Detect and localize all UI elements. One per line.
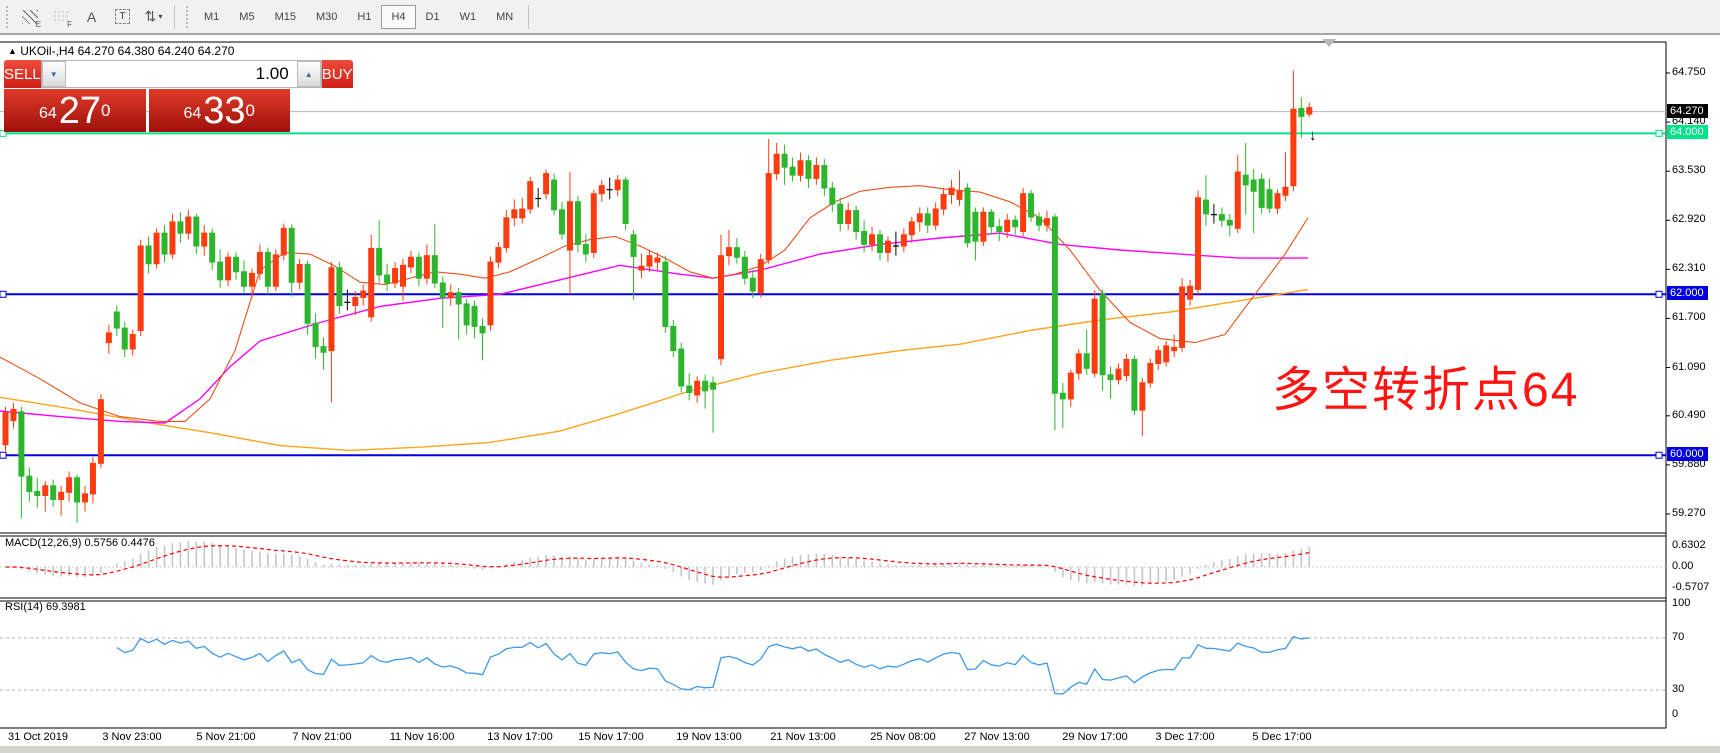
- toolbar-separator: [528, 5, 529, 29]
- chart-symbol-header: ▲ UKOil-,H4 64.270 64.380 64.240 64.270: [8, 44, 234, 58]
- collapse-panel-icon[interactable]: ▲: [8, 46, 17, 56]
- chart-shift-marker-icon: [1322, 39, 1336, 47]
- drawing-tools-group: EFAT⇅▾: [14, 5, 169, 29]
- toolbar-grip-handle[interactable]: [4, 6, 10, 28]
- level-price-label: 62.000: [1667, 286, 1708, 300]
- timeframe-button-m30[interactable]: M30: [306, 5, 347, 29]
- arrows-tool-icon[interactable]: ⇅▾: [140, 5, 167, 29]
- price-axis-tick: 61.090: [1672, 361, 1706, 373]
- level-price-label: 64.000: [1667, 125, 1708, 139]
- fibonacci-grid-icon[interactable]: F: [47, 5, 74, 29]
- timeframe-buttons-group: M1M5M15M30H1H4D1W1MN: [194, 5, 523, 29]
- time-axis-label: 5 Nov 21:00: [196, 731, 255, 743]
- rsi-indicator-label: RSI(14) 69.3981: [5, 601, 86, 613]
- price-axis-tick: 64.750: [1672, 66, 1706, 78]
- moving-average-orange: [0, 290, 1308, 451]
- macd-axis-tick: -0.5707: [1672, 581, 1709, 593]
- price-axis-tick: 62.310: [1672, 262, 1706, 274]
- rsi-axis-tick: 100: [1672, 597, 1690, 609]
- one-click-trade-panel: SELL ▼ ▲ BUY 64 27 0 64 33 0: [4, 60, 290, 132]
- mt4-window: EFAT⇅▾ M1M5M15M30H1H4D1W1MN ↓ ▲ UKOil-,H…: [0, 0, 1720, 753]
- current-price-label: 64.270: [1667, 104, 1708, 118]
- time-axis-label: 29 Nov 17:00: [1062, 731, 1127, 743]
- chart-toolbar: EFAT⇅▾ M1M5M15M30H1H4D1W1MN: [0, 0, 1720, 35]
- price-axis-tick: 61.700: [1672, 311, 1706, 323]
- rsi-line: [117, 637, 1310, 694]
- sell-price-major: 64: [39, 99, 57, 129]
- time-axis-label: 11 Nov 16:00: [390, 731, 455, 743]
- price-axis-tick: 62.920: [1672, 213, 1706, 225]
- timeframe-button-m15[interactable]: M15: [265, 5, 306, 29]
- timeframe-button-h4[interactable]: H4: [381, 5, 415, 29]
- time-axis-label: 21 Nov 13:00: [770, 731, 835, 743]
- time-axis-label: 19 Nov 13:00: [676, 731, 741, 743]
- ohlc-values-label: 64.270 64.380 64.240 64.270: [78, 44, 235, 58]
- buy-price-major: 64: [183, 99, 201, 129]
- rsi-axis-tick: 0: [1672, 708, 1678, 720]
- level-line-handle: [1656, 452, 1662, 458]
- macd-indicator-label: MACD(12,26,9) 0.5756 0.4476: [5, 537, 155, 549]
- equidistant-channel-icon[interactable]: E: [16, 5, 43, 29]
- down-arrow-marker-icon: ↓: [1309, 127, 1317, 144]
- chart-panel: ↓ ▲ UKOil-,H4 64.270 64.380 64.240 64.27…: [0, 35, 1720, 753]
- rsi-axis-tick: 30: [1672, 683, 1684, 695]
- sell-price-pips: 27: [59, 93, 101, 129]
- timeframe-button-m1[interactable]: M1: [194, 5, 229, 29]
- macd-axis-tick: 0.6302: [1672, 539, 1706, 551]
- time-axis-label: 15 Nov 17:00: [578, 731, 643, 743]
- volume-increase-button[interactable]: ▲: [297, 61, 321, 87]
- timeframe-button-m5[interactable]: M5: [229, 5, 264, 29]
- volume-stepper: ▼ ▲: [41, 60, 322, 88]
- time-axis-label: 25 Nov 08:00: [870, 731, 935, 743]
- level-line-handle: [1656, 130, 1662, 136]
- timeframe-button-d1[interactable]: D1: [416, 5, 450, 29]
- text-label-icon[interactable]: T: [109, 5, 136, 29]
- volume-decrease-button[interactable]: ▼: [42, 61, 66, 87]
- macd-signal-line: [6, 546, 1310, 584]
- price-axis-tick: 60.490: [1672, 409, 1706, 421]
- time-axis-label: 7 Nov 21:00: [292, 731, 351, 743]
- timeframe-button-h1[interactable]: H1: [347, 5, 381, 29]
- buy-price-pips: 33: [203, 93, 245, 129]
- sell-price-point: 0: [101, 89, 110, 133]
- level-price-label: 60.000: [1667, 447, 1708, 461]
- time-axis-label: 31 Oct 2019: [8, 731, 68, 743]
- chart-annotation-text[interactable]: 多空转折点64: [1272, 350, 1579, 420]
- level-line-handle: [1656, 291, 1662, 297]
- time-axis-label: 27 Nov 13:00: [964, 731, 1029, 743]
- moving-average-magenta: [0, 233, 1308, 423]
- toolbar-separator: [174, 5, 175, 29]
- sell-button[interactable]: SELL: [4, 60, 41, 88]
- level-line-handle: [0, 452, 6, 458]
- rsi-pane: [0, 637, 1666, 694]
- sell-price-button[interactable]: 64 27 0: [4, 89, 146, 132]
- rsi-axis-tick: 70: [1672, 631, 1684, 643]
- symbol-period-label: UKOil-,H4: [20, 44, 74, 58]
- time-axis-label: 13 Nov 17:00: [487, 731, 552, 743]
- buy-button[interactable]: BUY: [322, 60, 353, 88]
- text-tool-icon[interactable]: A: [78, 5, 105, 29]
- window-bottom-strip: [0, 746, 1720, 753]
- macd-pane: [0, 541, 1666, 586]
- time-axis-label: 3 Nov 23:00: [102, 731, 161, 743]
- price-axis-tick: 63.530: [1672, 164, 1706, 176]
- macd-axis-tick: 0.00: [1672, 560, 1693, 572]
- volume-input[interactable]: [66, 61, 297, 87]
- toolbar-grip-handle[interactable]: [184, 6, 190, 28]
- timeframe-button-w1[interactable]: W1: [450, 5, 487, 29]
- buy-price-button[interactable]: 64 33 0: [149, 89, 291, 132]
- main-price-pane: ↓: [0, 71, 1666, 523]
- buy-price-point: 0: [246, 89, 255, 133]
- level-line-handle: [0, 291, 6, 297]
- price-axis-tick: 59.270: [1672, 507, 1706, 519]
- timeframe-button-mn[interactable]: MN: [486, 5, 523, 29]
- time-axis-label: 3 Dec 17:00: [1155, 731, 1214, 743]
- time-axis-label: 5 Dec 17:00: [1252, 731, 1311, 743]
